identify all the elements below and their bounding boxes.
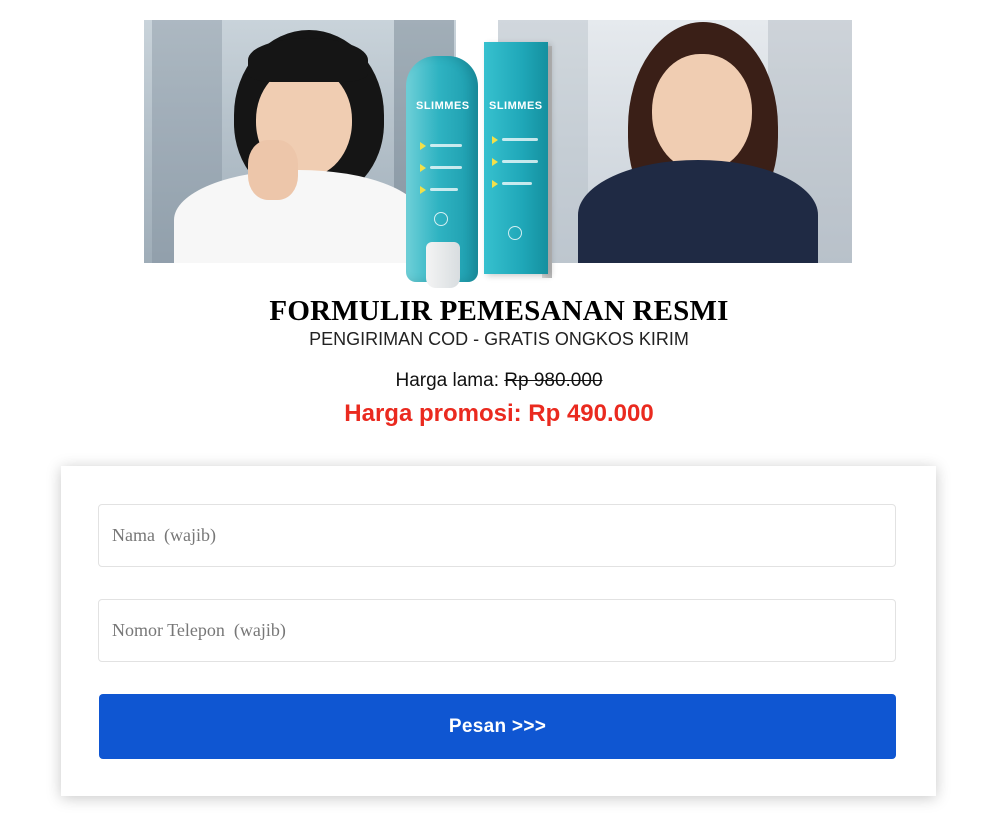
product-box: SLIMMES [484, 42, 548, 274]
order-page: SLIMMES SLIMMES FORMULIR PEMESANAN RESMI… [0, 0, 998, 814]
page-subtitle: PENGIRIMAN COD - GRATIS ONGKOS KIRIM [309, 329, 689, 349]
tube-brand: SLIMMES [416, 100, 470, 112]
phone-input[interactable] [98, 599, 896, 662]
old-price-label: Harga lama: [395, 370, 499, 391]
page-title: FORMULIR PEMESANAN RESMI [269, 295, 729, 327]
product-image: SLIMMES SLIMMES [404, 42, 552, 288]
promo-price: Harga promosi: Rp 490.000 [344, 400, 654, 427]
name-input[interactable] [98, 504, 896, 567]
tube-cap [426, 242, 460, 288]
hero-banner: SLIMMES SLIMMES [144, 20, 852, 288]
old-price: Harga lama: Rp 980.000 [0, 370, 998, 392]
box-brand: SLIMMES [489, 100, 543, 112]
order-form: Pesan >>> [61, 466, 936, 796]
old-price-value: Rp 980.000 [504, 370, 603, 391]
order-button[interactable]: Pesan >>> [99, 694, 896, 759]
